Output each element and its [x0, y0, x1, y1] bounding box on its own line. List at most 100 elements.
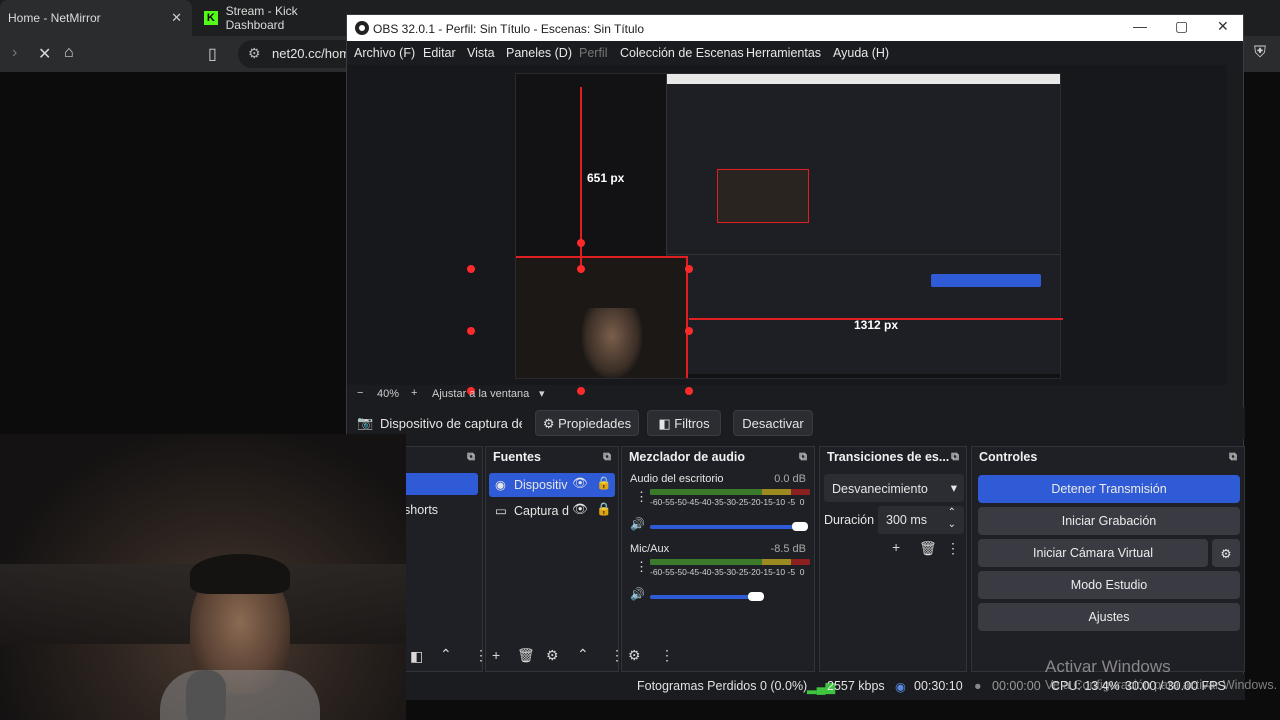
record-icon: ●	[974, 679, 982, 693]
zoom-out-icon[interactable]: −	[357, 387, 363, 399]
resize-handle-tl[interactable]	[467, 265, 475, 273]
move-up-icon[interactable]: ⌃	[577, 646, 589, 663]
settings-button[interactable]: Ajustes	[978, 603, 1240, 631]
filter-icon[interactable]: ◧	[410, 648, 423, 665]
close-icon[interactable]: ✕	[1217, 18, 1229, 35]
menu-vista[interactable]: Vista	[467, 46, 495, 60]
menu-perfil[interactable]: Perfil	[579, 46, 607, 60]
guide-handle[interactable]	[577, 239, 585, 247]
more-icon[interactable]: ⋮	[946, 540, 960, 557]
site-info-icon[interactable]: ⚙	[248, 45, 261, 62]
horizontal-measure: 1312 px	[854, 318, 899, 332]
chevron-down-icon[interactable]: ⌄	[948, 519, 956, 530]
browser-tab-netmirror[interactable]: Home - NetMirror ✕	[0, 0, 192, 36]
channel-name: Mic/Aux	[630, 543, 670, 555]
volume-slider[interactable]	[650, 525, 800, 529]
volume-knob[interactable]	[792, 522, 808, 531]
menu-paneles[interactable]: Paneles (D)	[506, 46, 572, 60]
stop-loading-icon[interactable]: ✕	[38, 44, 51, 64]
eye-icon[interactable]: 👁	[572, 476, 588, 491]
transition-select[interactable]: Desvanecimiento ▾	[824, 474, 964, 502]
mixer-header: Mezclador de audio ⧉	[622, 447, 814, 469]
bookmark-icon[interactable]: ▯	[208, 44, 217, 64]
lock-icon[interactable]: 🔒	[596, 476, 612, 491]
resize-handle-t[interactable]	[577, 265, 585, 273]
more-icon[interactable]: ⋮	[635, 489, 648, 505]
scene-item-shorts[interactable]: shorts	[404, 503, 438, 517]
properties-button[interactable]: ⚙ Propiedades	[535, 410, 639, 436]
fit-window-label[interactable]: Ajustar a la ventana	[432, 388, 529, 400]
popout-icon[interactable]: ⧉	[951, 451, 959, 464]
duration-spinbox[interactable]: 300 ms ⌃ ⌄	[878, 506, 964, 534]
source-item-capture[interactable]: ▭ Captura d 👁 🔒	[489, 499, 615, 523]
chevron-down-icon: ▾	[950, 481, 957, 495]
source-item-device[interactable]: ◉ Dispositiv 👁 🔒	[489, 473, 615, 497]
add-icon[interactable]: +	[892, 539, 900, 555]
menu-editar[interactable]: Editar	[423, 46, 456, 60]
camera-icon: ◉	[495, 478, 506, 492]
filters-button[interactable]: ◧ Filtros	[647, 410, 721, 436]
resize-handle-r[interactable]	[685, 327, 693, 335]
chevron-down-icon[interactable]: ▾	[539, 387, 545, 400]
zoom-bar: − 40% + Ajustar a la ventana ▾	[347, 385, 1227, 403]
filters-label: Filtros	[674, 416, 710, 431]
move-up-icon[interactable]: ⌃	[440, 646, 452, 663]
more-icon[interactable]: ⋮	[660, 647, 674, 664]
obs-logo-icon	[355, 21, 369, 35]
zoom-in-icon[interactable]: +	[411, 387, 417, 399]
browser-tab-kick[interactable]: K Stream - Kick Dashboard	[196, 0, 356, 36]
nested-stop-button	[931, 274, 1041, 287]
lock-icon[interactable]: 🔒	[596, 502, 612, 517]
volume-icon[interactable]: 🔊	[630, 517, 645, 531]
watermark-subtitle: Ve a Configuración para activar Windows.	[1045, 678, 1278, 692]
popout-icon[interactable]: ⧉	[799, 451, 807, 464]
start-recording-button[interactable]: Iniciar Grabación	[978, 507, 1240, 535]
popout-icon[interactable]: ⧉	[467, 451, 475, 464]
popout-icon[interactable]: ⧉	[1229, 451, 1237, 464]
monitor-icon: ▭	[495, 504, 507, 518]
deactivate-button[interactable]: Desactivar	[733, 410, 813, 436]
webcam-face	[582, 308, 642, 378]
trash-icon[interactable]: 🗑	[919, 540, 937, 557]
add-icon[interactable]: +	[492, 647, 500, 663]
menu-herramientas[interactable]: Herramientas	[746, 46, 821, 60]
virtualcam-config-button[interactable]: ⚙	[1212, 539, 1240, 567]
meter-scale: -60-55-50-45-40-35-30-25-20-15-10 -5 0	[650, 497, 805, 507]
chevron-up-icon[interactable]: ⌃	[948, 507, 956, 518]
volume-slider[interactable]	[650, 595, 758, 599]
sources-footer: + 🗑 ⚙ ⌃ ⋮	[486, 641, 624, 671]
menu-archivo[interactable]: Archivo (F)	[354, 46, 415, 60]
channel-name: Audio del escritorio	[630, 473, 724, 485]
start-virtualcam-button[interactable]: Iniciar Cámara Virtual	[978, 539, 1208, 567]
close-icon[interactable]: ✕	[171, 10, 182, 26]
stop-streaming-button[interactable]: Detener Transmisión	[978, 475, 1240, 503]
windows-activation-watermark: Activar Windows Ve a Configuración para …	[1045, 657, 1277, 692]
resize-handle-tr[interactable]	[685, 265, 693, 273]
preview-canvas[interactable]: 651 px 1312 px	[347, 65, 1227, 395]
menu-ayuda[interactable]: Ayuda (H)	[833, 46, 889, 60]
trash-icon[interactable]: 🗑	[517, 647, 535, 664]
maximize-icon[interactable]: ▢	[1175, 18, 1188, 35]
source-label: Captura d	[514, 504, 569, 518]
resize-handle-l[interactable]	[467, 327, 475, 335]
eye-icon[interactable]: 👁	[572, 502, 588, 517]
nested-divider	[667, 254, 1060, 255]
filter-icon: ◧	[658, 416, 671, 431]
stripe-pattern	[515, 258, 516, 378]
minimize-icon[interactable]: —	[1133, 18, 1147, 34]
shield-icon[interactable]: ⛨	[1254, 44, 1266, 62]
webcam-overlay	[0, 434, 406, 720]
volume-knob[interactable]	[748, 592, 764, 601]
menu-coleccion[interactable]: Colección de Escenas	[620, 46, 744, 60]
more-icon[interactable]: ⋮	[635, 559, 648, 575]
popout-icon[interactable]: ⧉	[603, 451, 611, 464]
stream-icon: ◉	[895, 680, 906, 694]
nested-selection	[717, 169, 809, 223]
volume-icon[interactable]: 🔊	[630, 587, 645, 601]
forward-icon[interactable]: ›	[12, 44, 17, 62]
gear-icon[interactable]: ⚙	[546, 647, 559, 664]
advanced-audio-icon[interactable]: ⚙	[628, 647, 641, 664]
studio-mode-button[interactable]: Modo Estudio	[978, 571, 1240, 599]
home-icon[interactable]: ⌂	[64, 44, 74, 62]
tab-label: Stream - Kick Dashboard	[225, 4, 298, 32]
